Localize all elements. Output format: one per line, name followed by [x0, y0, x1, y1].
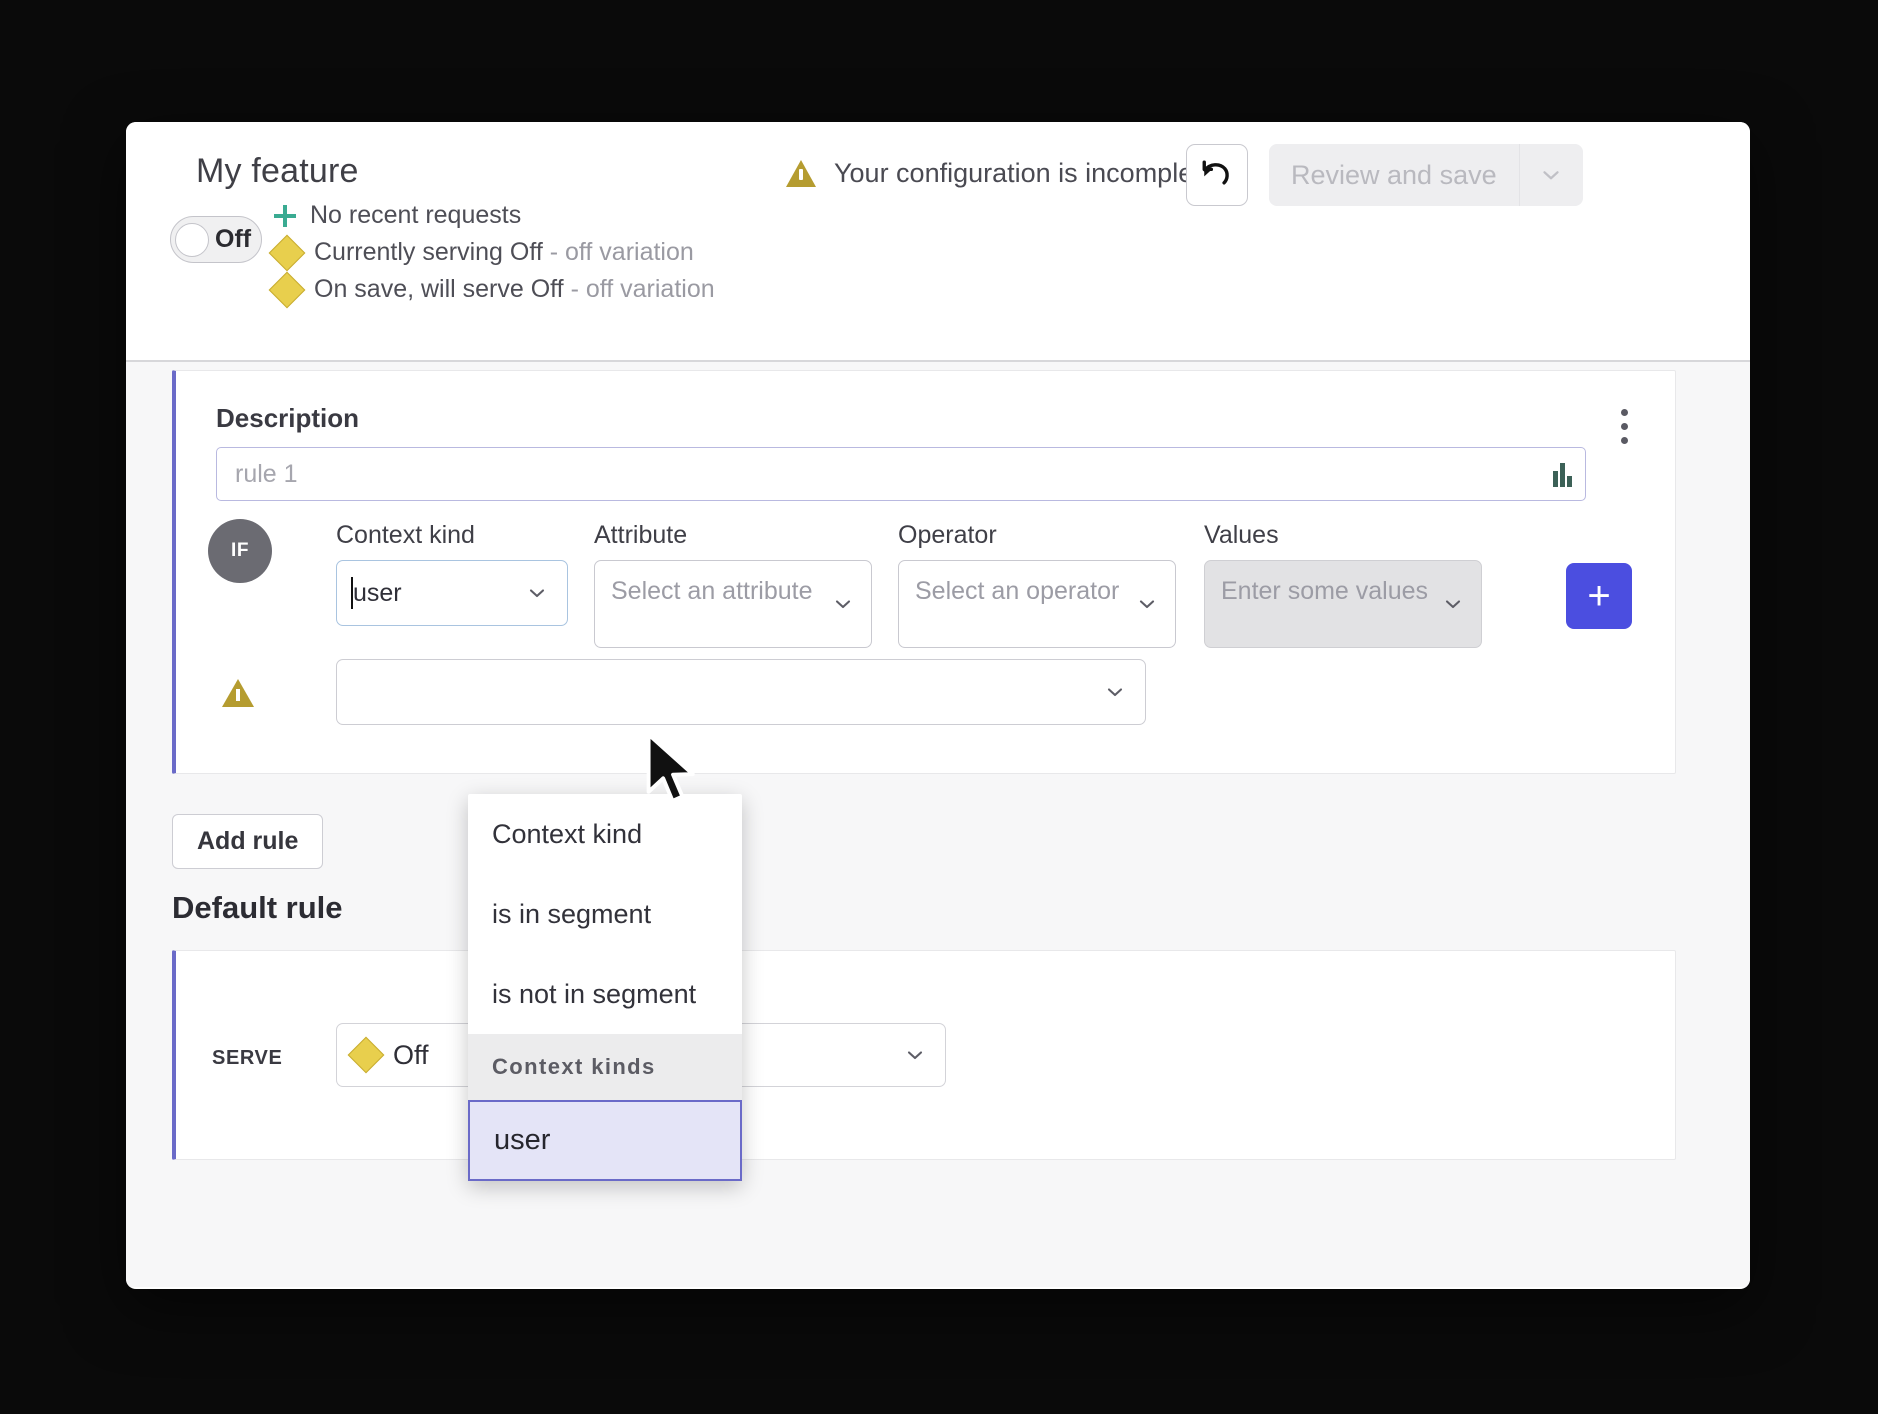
status-text-currently-serving: Currently serving Off - off variation — [314, 238, 694, 266]
second-condition-select[interactable] — [336, 659, 1146, 725]
plus-icon — [274, 204, 296, 227]
attribute-select[interactable]: Select an attribute — [594, 560, 872, 648]
operator-label: Operator — [898, 521, 997, 549]
status-row-requests: No recent requests — [274, 200, 715, 231]
values-select[interactable]: Enter some values — [1204, 560, 1482, 648]
flag-targeting-body: Description IF Context kind user — [126, 362, 1750, 1287]
chevron-down-icon — [1441, 592, 1465, 616]
values-label: Values — [1204, 521, 1279, 549]
rule-card: Description IF Context kind user — [172, 370, 1676, 774]
description-input-wrap — [216, 447, 1586, 501]
undo-arrow-icon — [1202, 160, 1229, 185]
review-and-save-button[interactable]: Review and save — [1269, 144, 1519, 206]
warning-triangle-icon — [786, 160, 816, 187]
status-row-currently-serving: Currently serving Off - off variation — [268, 234, 715, 271]
serve-label: SERVE — [212, 1047, 283, 1069]
context-kind-dropdown-menu: Context kind is in segment is not in seg… — [468, 794, 742, 1181]
chevron-down-icon — [831, 592, 855, 616]
description-label: Description — [216, 403, 360, 433]
flag-on-off-toggle[interactable]: Off — [170, 216, 262, 263]
review-and-save-group: Review and save — [1269, 144, 1583, 206]
toggle-knob — [175, 222, 209, 257]
dropdown-option-user[interactable]: user — [468, 1100, 742, 1181]
dropdown-option-is-in-segment[interactable]: is in segment — [468, 874, 742, 954]
config-warning-text: Your configuration is incomplete — [834, 158, 1216, 188]
context-kind-label: Context kind — [336, 521, 475, 549]
chevron-down-icon — [1543, 171, 1559, 180]
dropdown-group-label-context-kinds: Context kinds — [468, 1034, 742, 1100]
flag-status-list: No recent requests Currently serving Off… — [268, 200, 715, 311]
values-placeholder: Enter some values — [1221, 577, 1429, 605]
feature-flag-window: My feature Your configuration is incompl… — [126, 122, 1750, 1289]
toggle-label: Off — [215, 225, 252, 253]
status-row-on-save: On save, will serve Off - off variation — [268, 271, 715, 308]
flag-header: My feature Your configuration is incompl… — [126, 122, 1750, 362]
description-input[interactable] — [216, 447, 1586, 501]
diamond-icon — [268, 271, 306, 308]
dropdown-option-context-kind[interactable]: Context kind — [468, 794, 742, 874]
status-text-on-save: On save, will serve Off - off variation — [314, 275, 715, 303]
undo-button[interactable] — [1186, 144, 1248, 206]
status-text-requests: No recent requests — [310, 201, 522, 229]
default-rule-card: SERVE Off — [172, 950, 1676, 1160]
kebab-menu-icon[interactable] — [1621, 409, 1631, 451]
diamond-icon — [268, 234, 306, 271]
add-condition-button[interactable]: + — [1566, 563, 1632, 629]
if-badge: IF — [208, 519, 272, 583]
resize-handle-icon[interactable] — [1553, 461, 1572, 487]
attribute-placeholder: Select an attribute — [611, 577, 813, 605]
chevron-down-icon — [1135, 592, 1159, 616]
dropdown-option-is-not-in-segment[interactable]: is not in segment — [468, 954, 742, 1034]
attribute-column: Attribute Select an attribute — [594, 521, 872, 648]
review-and-save-caret-button[interactable] — [1518, 144, 1583, 206]
chevron-down-icon — [525, 581, 549, 605]
chevron-down-icon — [903, 1043, 927, 1067]
warning-triangle-icon — [222, 679, 254, 707]
text-caret — [351, 577, 353, 609]
config-incomplete-banner: Your configuration is incomplete — [786, 158, 1216, 189]
chevron-down-icon — [1103, 680, 1127, 704]
diamond-icon — [347, 1036, 385, 1074]
default-variation-value: Off — [393, 1039, 429, 1070]
page-title: My feature — [196, 152, 359, 190]
add-rule-button[interactable]: Add rule — [172, 814, 324, 869]
operator-select[interactable]: Select an operator — [898, 560, 1176, 648]
values-column: Values Enter some values — [1204, 521, 1482, 648]
operator-placeholder: Select an operator — [915, 577, 1120, 605]
context-kind-select[interactable]: user — [336, 560, 568, 626]
operator-column: Operator Select an operator — [898, 521, 1176, 648]
attribute-label: Attribute — [594, 521, 688, 549]
context-kind-column: Context kind user — [336, 521, 568, 626]
default-rule-heading: Default rule — [172, 890, 343, 925]
